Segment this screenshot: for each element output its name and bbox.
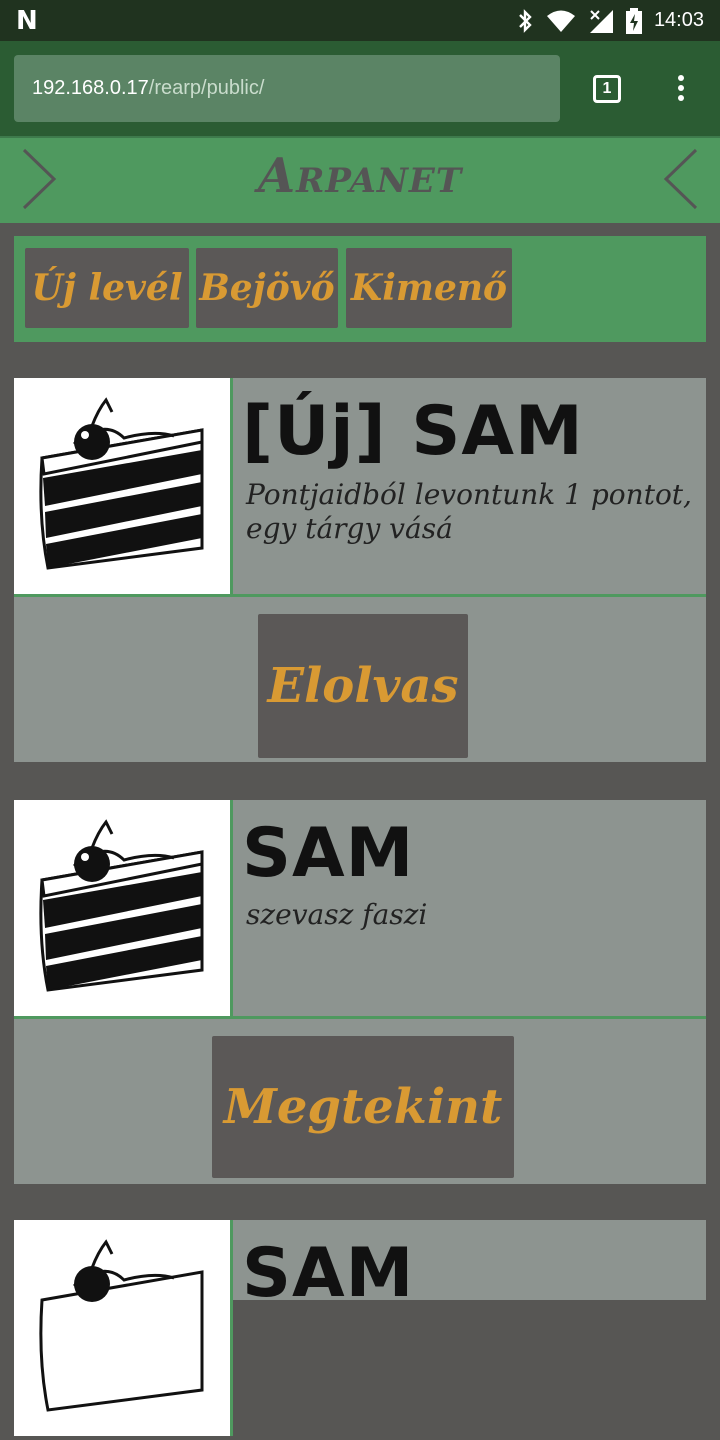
cake-icon xyxy=(39,819,204,992)
inbox-button[interactable]: Bejövő xyxy=(196,248,338,328)
message-thumbnail xyxy=(14,1220,233,1436)
cake-icon xyxy=(39,397,204,570)
tab-switcher-button[interactable]: 1 xyxy=(593,75,621,103)
bluetooth-icon xyxy=(519,8,532,33)
message-thumbnail xyxy=(14,800,233,1016)
cake-icon xyxy=(39,1239,204,1412)
message-preview: Pontjaidból levontunk 1 pontot, egy tárg… xyxy=(246,478,692,545)
message-subject: [Új] SAM xyxy=(242,392,584,471)
status-time: 14:03 xyxy=(653,9,704,31)
app-title: Arpanet xyxy=(257,148,463,204)
notification-n-icon: N xyxy=(16,6,38,36)
message-thumbnail xyxy=(14,378,233,594)
outbox-button[interactable]: Kimenő xyxy=(346,248,512,328)
message-subject: SAM xyxy=(242,814,415,893)
app-header: Arpanet xyxy=(0,136,720,223)
url-path: /rearp/public/ xyxy=(148,77,265,99)
status-bar: N 14:03 xyxy=(0,0,720,41)
browser-toolbar: 192.168.0.17/rearp/public/ 1 xyxy=(0,41,720,136)
divider xyxy=(14,594,706,597)
wifi-icon xyxy=(546,10,575,32)
address-bar[interactable]: 192.168.0.17/rearp/public/ xyxy=(14,55,560,122)
read-button[interactable]: Elolvas xyxy=(258,614,468,758)
overflow-menu-icon[interactable] xyxy=(672,75,690,105)
mail-nav: Új levél Bejövő Kimenő xyxy=(14,236,706,342)
new-mail-button[interactable]: Új levél xyxy=(25,248,189,328)
url-host: 192.168.0.17 xyxy=(32,77,149,99)
battery-charging-icon xyxy=(625,7,642,34)
message-card: SAM szevasz faszi Megtekint xyxy=(14,800,706,1184)
message-card: [Új] SAM Pontjaidból levontunk 1 pontot,… xyxy=(14,378,706,762)
message-preview: szevasz faszi xyxy=(246,898,428,931)
message-card: SAM xyxy=(14,1220,706,1436)
divider xyxy=(14,1016,706,1019)
signal-icon xyxy=(589,9,613,33)
message-subject: SAM xyxy=(242,1234,415,1313)
chevron-left-icon[interactable] xyxy=(660,144,706,214)
view-button[interactable]: Megtekint xyxy=(212,1036,514,1178)
